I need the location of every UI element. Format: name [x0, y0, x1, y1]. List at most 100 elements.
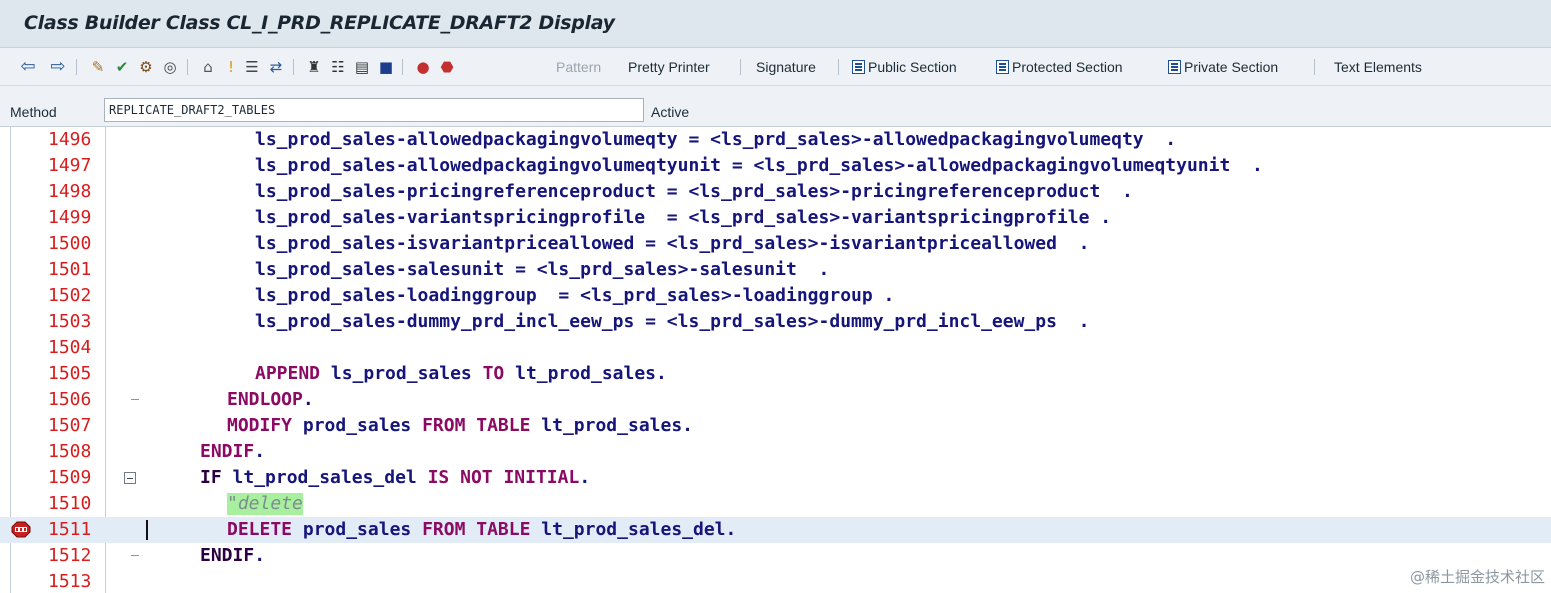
private-section-button[interactable]: Private Section	[1168, 58, 1278, 76]
code-line[interactable]: 1507 MODIFY prod_sales FROM TABLE lt_pro…	[0, 413, 1551, 439]
toolbar-separator	[293, 59, 294, 75]
line-number: 1505	[48, 363, 92, 384]
back-arrow-icon[interactable]: ⇦	[18, 57, 38, 77]
code-line[interactable]: 1510 "delete	[0, 491, 1551, 517]
line-number: 1498	[48, 181, 92, 202]
object-list-icon[interactable]: !	[221, 57, 241, 77]
code-line[interactable]: 1513	[0, 569, 1551, 593]
code-text: ls_prod_sales-salesunit = <ls_prd_sales>…	[255, 259, 830, 280]
line-number: 1500	[48, 233, 92, 254]
abap-editor[interactable]: 1496 ls_prod_sales-allowedpackagingvolum…	[0, 126, 1551, 593]
code-line[interactable]: 1497 ls_prod_sales-allowedpackagingvolum…	[0, 153, 1551, 179]
identifier: .	[254, 441, 266, 462]
session-breakpoint-icon[interactable]: ⬣	[437, 57, 457, 77]
identifier: ls_prod_sales	[320, 363, 483, 384]
identifier: prod_sales	[292, 415, 423, 436]
identifier: lt_prod_sales.	[504, 363, 667, 384]
identifier: lt_prod_sales_del	[221, 467, 428, 488]
code-text: DELETE prod_sales FROM TABLE lt_prod_sal…	[227, 519, 736, 541]
line-number: 1512	[48, 545, 92, 566]
toolbar-separator	[402, 59, 403, 75]
layout-icon[interactable]: ▤	[352, 57, 372, 77]
line-number: 1509	[48, 467, 92, 488]
line-number: 1511	[48, 519, 92, 540]
pretty-printer-button[interactable]: Pretty Printer	[628, 58, 710, 76]
code-text: IF lt_prod_sales_del IS NOT INITIAL.	[200, 467, 590, 489]
protected-section-button[interactable]: Protected Section	[996, 58, 1123, 76]
keyword: MODIFY	[227, 415, 293, 436]
line-number: 1503	[48, 311, 92, 332]
private-section-label: Private Section	[1184, 59, 1279, 75]
identifier: .	[254, 545, 266, 566]
line-number: 1499	[48, 207, 92, 228]
public-section-button[interactable]: Public Section	[852, 58, 957, 76]
code-line[interactable]: 1512 ENDIF.	[0, 543, 1551, 569]
code-line[interactable]: 1498 ls_prod_sales-pricingreferenceprodu…	[0, 179, 1551, 205]
pattern-button[interactable]: Pattern	[556, 58, 601, 76]
keyword: IS NOT INITIAL	[427, 467, 580, 488]
comment-text: "delete	[227, 493, 303, 515]
public-section-label: Public Section	[868, 59, 957, 75]
line-number: 1507	[48, 415, 92, 436]
set-breakpoint-icon[interactable]: ●	[413, 57, 433, 77]
keyword: ENDIF	[200, 441, 255, 462]
forward-arrow-icon[interactable]: ⇨	[48, 57, 68, 77]
breakpoint-icon[interactable]	[11, 521, 31, 538]
keyword: FROM TABLE	[422, 519, 531, 540]
identifier: .	[302, 389, 314, 410]
code-line[interactable]: 1508 ENDIF.	[0, 439, 1551, 465]
identifier: lt_prod_sales.	[530, 415, 694, 436]
keyword: TO	[482, 363, 505, 384]
line-number: 1502	[48, 285, 92, 306]
where-used-icon[interactable]: ⌂	[198, 57, 218, 77]
application-toolbar: ⇦ ⇨ ✎ ✔ ⚙ ◎ ⌂ ! ☰ ⇄ ♜ ☷ ▤ ■ ● ⬣ Pattern …	[0, 48, 1551, 86]
code-line[interactable]: 1502 ls_prod_sales-loadinggroup = <ls_pr…	[0, 283, 1551, 309]
line-number: 1508	[48, 441, 92, 462]
code-line[interactable]: 1504	[0, 335, 1551, 361]
toolbar-separator	[1314, 59, 1315, 75]
code-line[interactable]: 1499 ls_prod_sales-variantspricingprofil…	[0, 205, 1551, 231]
code-line[interactable]: 1503 ls_prod_sales-dummy_prd_incl_eew_ps…	[0, 309, 1551, 335]
fold-line-marker	[131, 399, 139, 400]
watermark: @稀土掘金技术社区	[1409, 568, 1545, 586]
code-line-active[interactable]: 1511 DELETE prod_sales FROM TABLE lt_pro…	[0, 517, 1551, 543]
hierarchy-icon[interactable]: ♜	[304, 57, 324, 77]
identifier: lt_prod_sales_del.	[530, 519, 737, 540]
line-number: 1513	[48, 571, 92, 592]
keyword: ENDLOOP	[227, 389, 303, 410]
method-name-field[interactable]: REPLICATE_DRAFT2_TABLES	[104, 98, 644, 122]
code-line[interactable]: 1501 ls_prod_sales-salesunit = <ls_prd_s…	[0, 257, 1551, 283]
code-line[interactable]: 1505 APPEND ls_prod_sales TO lt_prod_sal…	[0, 361, 1551, 387]
code-text: ls_prod_sales-variantspricingprofile = <…	[255, 207, 1112, 228]
identifier: prod_sales	[292, 519, 423, 540]
toolbar-separator	[187, 59, 188, 75]
code-text: APPEND ls_prod_sales TO lt_prod_sales.	[255, 363, 667, 385]
navigation-window-icon[interactable]: ☰	[242, 57, 262, 77]
code-text: ls_prod_sales-pricingreferenceproduct = …	[255, 181, 1133, 202]
code-text: ls_prod_sales-loadinggroup = <ls_prd_sal…	[255, 285, 895, 306]
title-bar: Class Builder Class CL_I_PRD_REPLICATE_D…	[0, 0, 1551, 48]
code-text: ls_prod_sales-allowedpackagingvolumeqty …	[255, 129, 1177, 150]
identifier: .	[579, 467, 591, 488]
stack-icon[interactable]: ☷	[328, 57, 348, 77]
toolbar-separator	[740, 59, 741, 75]
line-number: 1497	[48, 155, 92, 176]
signature-button[interactable]: Signature	[756, 58, 816, 76]
protected-section-label: Protected Section	[1012, 59, 1123, 75]
display-change-toggle-icon[interactable]: ✎	[88, 57, 108, 77]
activate-icon[interactable]: ⚙	[136, 57, 156, 77]
enhance-icon[interactable]: ⇄	[266, 57, 286, 77]
test-icon[interactable]: ◎	[160, 57, 180, 77]
info-icon[interactable]: ■	[376, 57, 396, 77]
collapse-block-icon[interactable]	[124, 472, 136, 484]
window-title: Class Builder Class CL_I_PRD_REPLICATE_D…	[24, 12, 615, 34]
code-text: ENDIF.	[200, 441, 265, 463]
code-line[interactable]: 1496 ls_prod_sales-allowedpackagingvolum…	[0, 127, 1551, 153]
text-elements-button[interactable]: Text Elements	[1334, 58, 1422, 76]
code-line[interactable]: 1509 IF lt_prod_sales_del IS NOT INITIAL…	[0, 465, 1551, 491]
code-line[interactable]: 1500 ls_prod_sales-isvariantpriceallowed…	[0, 231, 1551, 257]
code-text: ENDLOOP.	[227, 389, 314, 411]
section-icon	[852, 60, 865, 74]
check-syntax-icon[interactable]: ✔	[112, 57, 132, 77]
code-line[interactable]: 1506 ENDLOOP.	[0, 387, 1551, 413]
